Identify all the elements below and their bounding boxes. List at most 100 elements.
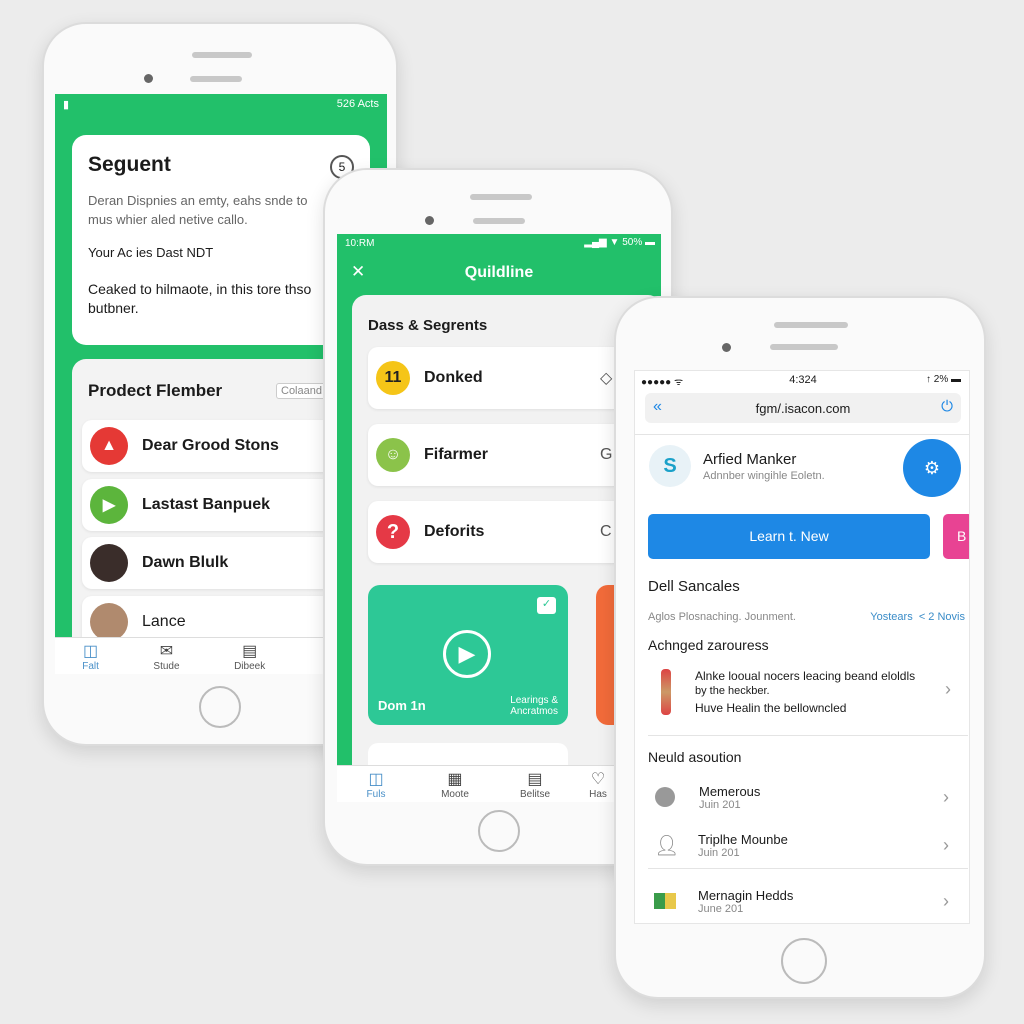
filter-chip[interactable]: Colaand (276, 383, 327, 399)
battery-level: 50% (622, 237, 643, 248)
status-right: 526 Acts (336, 98, 379, 110)
item-title: Triplhe Mounbe (698, 831, 788, 847)
nav-label: Stude (153, 660, 180, 672)
share-icon[interactable]: ⏻ (941, 398, 953, 415)
bottom-nav: ◫ Fuls ▦ Moote ▤ Belitse ♡ Has (337, 765, 661, 802)
fab-button[interactable]: ⚙ (903, 439, 961, 497)
media-caption: Learings & Ancratmos (510, 695, 558, 717)
meta-text: Aglos Plosnaching. Jounment. (648, 611, 796, 623)
item-trail: G (600, 446, 613, 463)
badge-icon: 11 (376, 361, 410, 395)
item-label: Deforits (424, 523, 485, 540)
item-label: Lastast Banpuek (142, 496, 271, 513)
home-button[interactable] (478, 810, 520, 852)
section-title: Neuld asoution (648, 749, 742, 765)
play-icon[interactable]: ▶ (443, 630, 491, 678)
card-description: Deran Dispnies an emty, eahs snde to mus… (88, 193, 308, 227)
section-title: Dell Sancales (648, 578, 740, 595)
nav-label: Moote (441, 789, 469, 800)
video-icon: ▶ (90, 486, 128, 524)
avatar (90, 544, 128, 582)
card-line: Your Ac ies Dast NDT (88, 245, 214, 260)
item-label: Lance (142, 613, 186, 630)
screen: 10:RM ▂▄▆ ▼ 50% ▬ ✕ Quildline Dass & Seg… (337, 234, 661, 802)
home-button[interactable] (199, 686, 241, 728)
item-title: Mernagin Hedds (698, 887, 794, 903)
nav-label: Dibeek (234, 660, 266, 672)
nav-label: Has (589, 789, 607, 800)
avatar (90, 603, 128, 641)
profile-logo: S (649, 445, 691, 487)
item-title: Memerous (699, 783, 761, 799)
nav-falt[interactable]: ◫ Falt (82, 641, 99, 672)
item-label: Dawn Blulk (142, 554, 229, 571)
item-date: Juin 201 (698, 846, 740, 859)
question-icon: ? (376, 515, 410, 549)
heart-icon: ♡ (590, 771, 606, 788)
learn-button[interactable]: Learn t. New (648, 514, 930, 559)
columns-icon: ◫ (368, 771, 384, 788)
profile-name: Arfied Manker (703, 451, 797, 468)
meta-links: Yostears < 2 Novis (870, 611, 965, 623)
item-label: Dear Grood Stons (142, 437, 279, 454)
chevron-right-icon: › (943, 890, 949, 911)
calendar-icon: ▦ (447, 771, 463, 788)
meta-count[interactable]: < 2 Novis (919, 611, 965, 623)
nav-dibeek[interactable]: ▤ Dibeek (234, 641, 265, 672)
meta-link[interactable]: Yostears (870, 611, 912, 623)
feature-line: Huve Healin the bellowncled (695, 701, 847, 715)
list-item[interactable]: Mernagin Hedds June 201 › (647, 881, 969, 921)
list-item[interactable]: Memerous Juin 201 › (647, 777, 969, 817)
status-time: 4:324 (789, 374, 817, 386)
item-date: June 201 (698, 902, 744, 915)
nav-stude[interactable]: ✉ Stude (153, 641, 179, 672)
nav-has[interactable]: ♡ Has (589, 769, 607, 800)
checkbox[interactable]: ✓ (537, 597, 556, 614)
smile-icon: ☺ (376, 438, 410, 472)
warning-icon: ▲ (90, 427, 128, 465)
feature-item[interactable]: Alnke looual nocers leacing beand eloldl… (635, 667, 969, 719)
status-right: ↑ 2% ▬ (925, 374, 961, 385)
book-icon: ▤ (242, 642, 258, 660)
book-icon: ▤ (527, 771, 543, 788)
nav-moote[interactable]: ▦ Moote (441, 769, 469, 800)
nav-label: Belitse (519, 789, 551, 800)
page-title: Quildline (464, 264, 534, 281)
nav-label: Falt (82, 660, 99, 672)
chevron-right-icon: › (943, 834, 949, 855)
nav-label: Fuls (366, 789, 386, 800)
item-label: Donked (424, 369, 483, 386)
media-label: Dom 1n (378, 698, 426, 713)
feature-line: Alnke looual nocers leacing beand eloldl… (695, 669, 916, 683)
url-bar[interactable]: « fgm/.isacon.com ⏻ (645, 393, 961, 423)
clock-icon (655, 787, 675, 807)
status-time: 10:RM (345, 238, 375, 249)
url-text: fgm/.isacon.com (755, 401, 851, 416)
list-item[interactable]: 👤︎ Triplhe Mounbe Juin 201 › (647, 825, 969, 865)
gift-icon (654, 893, 676, 909)
section-title: Achnged zarouress (648, 637, 769, 653)
columns-icon: ◫ (83, 642, 99, 660)
phone-3: ●●●●● ᯤ 4:324 ↑ 2% ▬ « fgm/.isacon.com ⏻… (614, 296, 986, 999)
battery-level: 2% (933, 374, 949, 385)
person-icon: 👤︎ (654, 834, 680, 857)
battery-icon: ▮ (63, 99, 70, 111)
panel-title: Prodect Flember (88, 381, 223, 400)
item-date: Juin 201 (699, 798, 741, 811)
chevron-right-icon: › (945, 679, 951, 699)
screen: ●●●●● ᯤ 4:324 ↑ 2% ▬ « fgm/.isacon.com ⏻… (634, 370, 970, 924)
chat-icon: ✉ (159, 642, 174, 660)
chevron-right-icon: › (943, 786, 949, 807)
nav-belitse[interactable]: ▤ Belitse (520, 769, 550, 800)
item-trail: C (600, 523, 612, 540)
media-card[interactable]: ✓ ▶ Dom 1n Learings & Ancratmos (368, 585, 568, 725)
card-line: Ceaked to hilmaote, in this tore thso bu… (88, 281, 312, 316)
nav-fuls[interactable]: ◫ Fuls (367, 769, 386, 800)
figure-icon (661, 669, 671, 715)
home-button[interactable] (781, 938, 827, 984)
item-trail: ◇ (600, 370, 613, 387)
profile-subtitle: Adnnber wingihle Eoletn. (703, 470, 825, 482)
item-label: Fifarmer (424, 446, 489, 463)
status-right: ▂▄▆ ▼ 50% ▬ (584, 237, 655, 248)
pink-button[interactable]: B (943, 514, 969, 559)
